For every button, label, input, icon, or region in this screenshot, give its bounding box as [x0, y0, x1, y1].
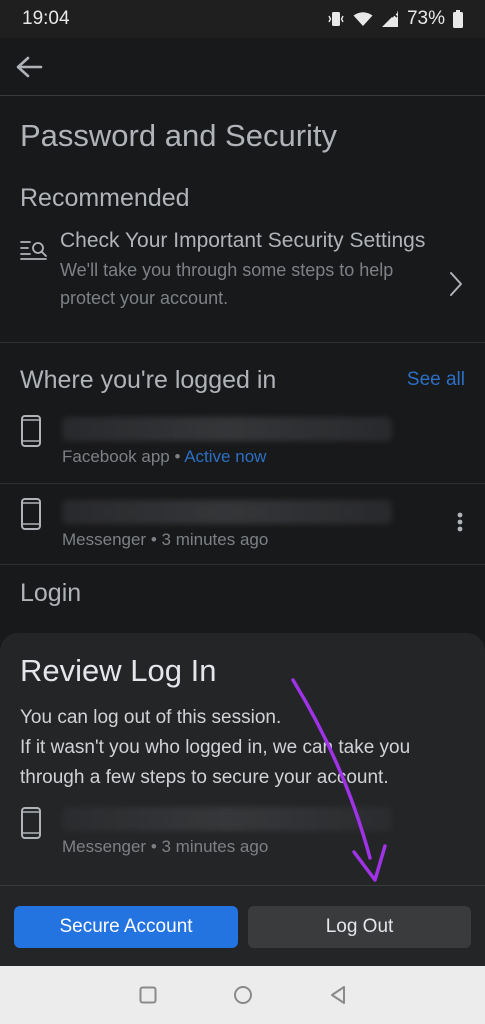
vibrate-icon: [328, 12, 344, 26]
session-meta: Messenger • 3 minutes ago: [62, 530, 269, 549]
system-nav-bar: [0, 966, 485, 1024]
security-checkup-text: Check Your Important Security Settings W…: [60, 227, 465, 342]
battery-percent: 73%: [406, 8, 445, 29]
back-nav-icon[interactable]: [329, 985, 347, 1005]
sheet-divider: [0, 885, 485, 886]
status-time: 19:04: [22, 8, 70, 29]
sheet-line-2: If it wasn't you who logged in, we can t…: [20, 737, 411, 788]
log-out-button[interactable]: Log Out: [248, 906, 471, 948]
session-row[interactable]: Facebook app • Active now: [0, 401, 485, 484]
phone-icon: [20, 807, 62, 857]
device-name-redacted: [62, 500, 392, 524]
security-checkup-item[interactable]: Check Your Important Security Settings W…: [0, 213, 485, 343]
sheet-session-info: Messenger • 3 minutes ago: [62, 807, 392, 857]
session-row[interactable]: Messenger • 3 minutes ago: [0, 484, 485, 565]
sheet-session: Messenger • 3 minutes ago: [0, 793, 485, 857]
wifi-icon: [353, 12, 373, 26]
sheet-title: Review Log In: [20, 653, 217, 688]
sheet-actions: Secure Account Log Out: [14, 906, 471, 948]
status-icons: 73%: [327, 8, 463, 30]
more-options-icon[interactable]: [457, 512, 463, 532]
phone-icon: [20, 401, 62, 452]
sheet-body: You can log out of this session. If it w…: [0, 689, 485, 793]
recommended-heading: Recommended: [20, 184, 190, 212]
session-meta: Facebook app • Active now: [62, 447, 267, 466]
top-bar: [0, 38, 485, 96]
login-heading: Login: [20, 579, 82, 607]
checklist-search-icon: [20, 227, 60, 342]
signal-icon: [381, 11, 398, 27]
page-title: Password and Security: [20, 118, 338, 153]
sheet-line-1: You can log out of this session.: [20, 707, 282, 728]
battery-icon: [453, 10, 463, 28]
logged-in-header: Where you're logged in See all: [0, 343, 485, 401]
security-checkup-description: We'll take you through some steps to hel…: [60, 260, 394, 308]
session-info: Messenger • 3 minutes ago: [62, 484, 392, 550]
status-bar: 19:04 73%: [0, 0, 485, 38]
phone-icon: [20, 484, 62, 535]
secure-account-button[interactable]: Secure Account: [14, 906, 238, 948]
home-icon[interactable]: [233, 985, 253, 1005]
chevron-right-icon: [450, 272, 462, 296]
active-now-status: Active now: [184, 447, 267, 466]
device-name-redacted: [62, 807, 392, 831]
device-name-redacted: [62, 417, 392, 441]
review-login-sheet: Review Log In You can log out of this se…: [0, 633, 485, 966]
arrow-left-icon: [16, 56, 43, 77]
logged-in-heading: Where you're logged in: [20, 365, 277, 394]
security-checkup-title: Check Your Important Security Settings: [60, 229, 426, 252]
app-content: Password and Security Recommended Check …: [0, 38, 485, 966]
sheet-session-meta: Messenger • 3 minutes ago: [62, 837, 269, 856]
recents-icon[interactable]: [139, 986, 157, 1004]
back-button[interactable]: [14, 52, 44, 82]
session-info: Facebook app • Active now: [62, 401, 392, 467]
see-all-link[interactable]: See all: [407, 369, 465, 391]
